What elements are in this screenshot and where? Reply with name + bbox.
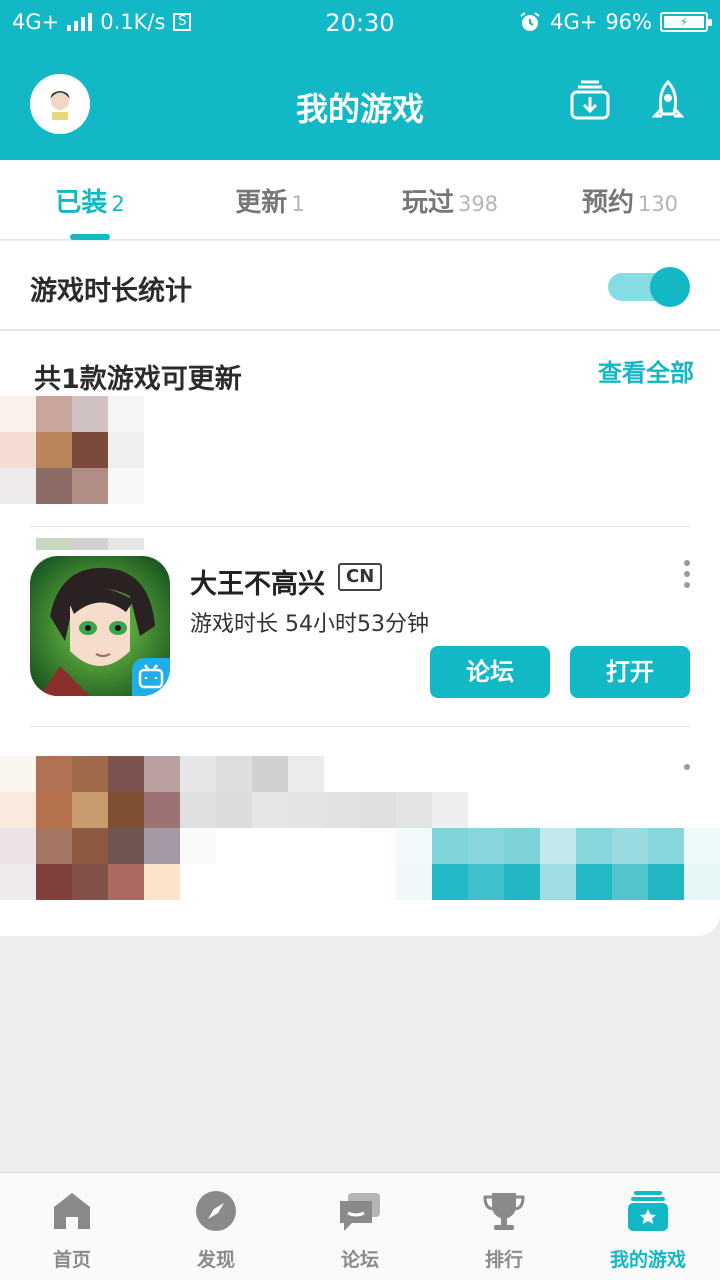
more-vertical-icon: [684, 764, 690, 770]
tab-count: 398: [457, 192, 499, 216]
bilibili-icon: [132, 658, 170, 696]
tab-label: 预约: [581, 188, 634, 218]
tab-count: 130: [637, 192, 679, 216]
bottom-nav: 首页 发现 论坛 排行 我的游戏: [0, 1172, 720, 1280]
download-manager-icon: [570, 80, 610, 120]
compass-icon: [196, 1191, 236, 1231]
nav-label: 首页: [52, 1249, 91, 1271]
region-badge: CN: [338, 563, 383, 591]
tab-count: 1: [291, 192, 305, 216]
tab-count: 2: [111, 192, 125, 216]
nav-my-games[interactable]: 我的游戏: [576, 1173, 720, 1280]
tab-played[interactable]: 玩过 398: [360, 182, 540, 219]
nav-label: 发现: [196, 1249, 235, 1271]
nav-label: 排行: [484, 1249, 523, 1271]
nav-discover[interactable]: 发现: [144, 1173, 288, 1280]
playtime-stats-label: 游戏时长统计: [30, 276, 192, 307]
rocket-icon: [651, 79, 685, 118]
open-button[interactable]: 打开: [570, 646, 690, 698]
status-bar: 4G+ 0.1K/s S 20:30 4G+ 96% ⚡: [0, 0, 720, 48]
nav-label: 论坛: [340, 1249, 379, 1271]
tab-reserved[interactable]: 预约 130: [540, 182, 720, 219]
divider: [30, 526, 690, 527]
home-icon: [54, 1193, 90, 1229]
app-bar: 我的游戏: [0, 48, 720, 160]
tab-updates[interactable]: 更新 1: [180, 182, 360, 219]
game-name: 大王不高兴: [190, 569, 325, 600]
game-icon[interactable]: [30, 556, 170, 696]
obscured-game-item: [0, 756, 720, 936]
more-vertical-icon[interactable]: [680, 560, 694, 596]
status-right: 4G+ 96% ⚡: [518, 10, 712, 34]
tab-installed[interactable]: 已装 2: [0, 182, 180, 219]
my-games-icon: [628, 1191, 668, 1231]
trophy-icon: [483, 1193, 525, 1230]
forum-button[interactable]: 论坛: [430, 646, 550, 698]
network-type-right: 4G+: [550, 10, 598, 34]
nav-ranking[interactable]: 排行: [432, 1173, 576, 1280]
playtime-stats-toggle[interactable]: [608, 267, 690, 307]
nav-forum[interactable]: 论坛: [288, 1173, 432, 1280]
playtime-stats-row: 游戏时长统计: [0, 241, 720, 330]
tab-label: 玩过: [401, 188, 454, 218]
tab-label: 已装: [55, 188, 108, 218]
chat-icon: [340, 1193, 380, 1231]
battery-charging-icon: ⚡: [660, 12, 712, 32]
tab-indicator: [70, 234, 110, 240]
divider: [30, 726, 690, 727]
battery-percent: 96%: [605, 10, 652, 34]
nav-label: 我的游戏: [609, 1249, 686, 1271]
game-playtime: 游戏时长 54小时53分钟: [190, 612, 429, 637]
tab-label: 更新: [235, 188, 288, 218]
nav-home[interactable]: 首页: [0, 1173, 144, 1280]
tab-bar: 已装 2 更新 1 玩过 398 预约 130: [0, 160, 720, 240]
alarm-icon: [520, 12, 540, 31]
toggle-knob: [650, 267, 690, 307]
download-manager-button[interactable]: [566, 78, 614, 126]
speed-up-button[interactable]: [644, 78, 692, 126]
view-all-link[interactable]: 查看全部: [598, 353, 694, 388]
